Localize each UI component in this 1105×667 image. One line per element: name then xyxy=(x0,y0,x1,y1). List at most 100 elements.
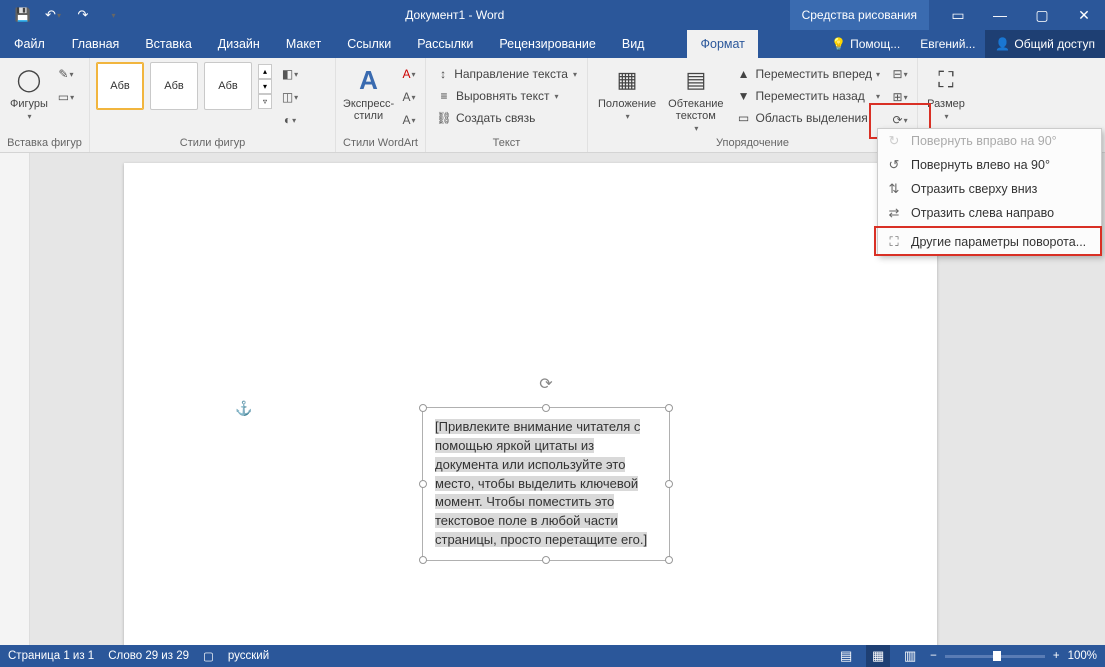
undo-button[interactable]: ↶▾ xyxy=(38,0,68,30)
shape-fill-button[interactable]: ◧▾ xyxy=(280,65,300,83)
rotate-button[interactable]: ⟳▾ xyxy=(890,111,910,129)
resize-handle[interactable] xyxy=(665,556,673,564)
gallery-scroll[interactable]: ▴▾▿ xyxy=(258,64,272,109)
resize-handle[interactable] xyxy=(419,404,427,412)
create-link-button[interactable]: ⛓Создать связь xyxy=(432,108,581,128)
position-icon: ▦ xyxy=(611,64,643,96)
shapes-icon: ◯ xyxy=(13,64,45,96)
shapes-button[interactable]: ◯ Фигуры ▾ xyxy=(6,62,52,123)
flip-horizontal-icon: ⇄ xyxy=(886,205,902,221)
tab-references[interactable]: Ссылки xyxy=(334,30,404,58)
resize-handle[interactable] xyxy=(665,404,673,412)
tab-home[interactable]: Главная xyxy=(59,30,133,58)
align-objects-button[interactable]: ⊟▾ xyxy=(890,65,910,83)
position-button[interactable]: ▦ Положение▾ xyxy=(594,62,660,123)
object-anchor-icon: ⚓ xyxy=(235,400,252,417)
draw-textbox-button[interactable]: ▭▾ xyxy=(56,88,76,106)
undo-icon: ↶ xyxy=(45,7,56,23)
more-options-icon: ⛶ xyxy=(886,234,902,250)
resize-handle[interactable] xyxy=(542,556,550,564)
redo-icon: ↷ xyxy=(78,7,89,23)
rotate-right-90[interactable]: ↻Повернуть вправо на 90° xyxy=(878,129,1101,153)
textbox-object[interactable]: ⟳ [Привлеките внимание читателя с помощь… xyxy=(422,407,670,561)
text-effects-button[interactable]: A▾ xyxy=(399,111,419,129)
tab-layout[interactable]: Макет xyxy=(273,30,334,58)
title-bar: 💾 ↶▾ ↷ ▾ Документ1 - Word Средства рисов… xyxy=(0,0,1105,30)
link-icon: ⛓ xyxy=(436,111,452,125)
word-count[interactable]: Слово 29 из 29 xyxy=(108,650,189,662)
rotate-handle-icon[interactable]: ⟳ xyxy=(539,374,552,394)
resize-handle[interactable] xyxy=(665,480,673,488)
ribbon-tabs: Файл Главная Вставка Дизайн Макет Ссылки… xyxy=(0,30,1105,58)
read-mode-button[interactable]: ▤ xyxy=(834,645,858,667)
user-account[interactable]: Евгений... xyxy=(910,30,985,58)
rotate-right-icon: ↻ xyxy=(886,133,902,149)
text-direction-button[interactable]: ↕Направление текста▾ xyxy=(432,64,581,84)
tab-mailings[interactable]: Рассылки xyxy=(404,30,486,58)
tab-format[interactable]: Формат xyxy=(687,30,757,58)
share-icon: 👤 xyxy=(995,37,1010,51)
send-backward-button[interactable]: ▼Переместить назад▾ xyxy=(732,86,885,106)
style-item[interactable]: Абв xyxy=(96,62,144,110)
flip-vertical[interactable]: ⇅Отразить сверху вниз xyxy=(878,177,1101,201)
shape-effects-button[interactable]: ◐▾ xyxy=(280,111,300,129)
selection-pane-button[interactable]: ▭Область выделения xyxy=(732,108,885,128)
rotate-left-90[interactable]: ↺Повернуть влево на 90° xyxy=(878,153,1101,177)
group-objects-button[interactable]: ⊞▾ xyxy=(890,88,910,106)
spell-status-icon[interactable]: ▢ xyxy=(203,649,214,663)
web-layout-button[interactable]: ▥ xyxy=(898,645,922,667)
minimize-button[interactable]: ― xyxy=(979,0,1021,30)
express-styles-button[interactable]: A Экспресс- стили xyxy=(342,62,395,124)
zoom-out-button[interactable]: − xyxy=(930,650,937,662)
text-outline-button[interactable]: A▾ xyxy=(399,88,419,106)
send-backward-icon: ▼ xyxy=(736,89,752,103)
group-shape-styles: Абв Абв Абв ▴▾▿ ◧▾ ◫▾ ◐▾ Стили фигур xyxy=(90,58,336,152)
save-button[interactable]: 💾 xyxy=(8,0,38,30)
style-item[interactable]: Абв xyxy=(204,62,252,110)
wrap-text-button[interactable]: ▤ Обтекание текстом▾ xyxy=(664,62,727,135)
zoom-in-button[interactable]: + xyxy=(1053,650,1060,662)
resize-handle[interactable] xyxy=(542,404,550,412)
shape-style-gallery[interactable]: Абв Абв Абв ▴▾▿ xyxy=(96,62,272,110)
tab-view[interactable]: Вид xyxy=(609,30,658,58)
page-status[interactable]: Страница 1 из 1 xyxy=(8,650,94,662)
edit-shape-button[interactable]: ✎▾ xyxy=(56,65,76,83)
zoom-thumb[interactable] xyxy=(993,651,1001,661)
textbox-content[interactable]: [Привлеките внимание читателя с помощью … xyxy=(435,419,647,547)
bring-forward-button[interactable]: ▲Переместить вперед▾ xyxy=(732,64,885,84)
flip-horizontal[interactable]: ⇄Отразить слева направо xyxy=(878,201,1101,225)
group-wordart-styles: A Экспресс- стили A▾ A▾ A▾ Стили WordArt xyxy=(336,58,426,152)
ribbon-options-button[interactable]: ▭ xyxy=(937,0,979,30)
tell-me-button[interactable]: 💡Помощ... xyxy=(821,30,910,58)
language-status[interactable]: русский xyxy=(228,650,269,662)
share-button[interactable]: 👤Общий доступ xyxy=(985,30,1105,58)
tab-insert[interactable]: Вставка xyxy=(132,30,204,58)
tab-design[interactable]: Дизайн xyxy=(205,30,273,58)
window-controls: ▭ ― ▢ ✕ xyxy=(937,0,1105,30)
shape-outline-button[interactable]: ◫▾ xyxy=(280,88,300,106)
redo-button[interactable]: ↷ xyxy=(68,0,98,30)
zoom-level[interactable]: 100% xyxy=(1068,650,1097,662)
align-text-button[interactable]: ≡Выровнять текст▾ xyxy=(432,86,581,106)
group-arrange: ▦ Положение▾ ▤ Обтекание текстом▾ ▲Перем… xyxy=(588,58,918,152)
tab-file[interactable]: Файл xyxy=(0,30,59,58)
style-item[interactable]: Абв xyxy=(150,62,198,110)
close-button[interactable]: ✕ xyxy=(1063,0,1105,30)
save-icon: 💾 xyxy=(15,7,31,23)
resize-handle[interactable] xyxy=(419,556,427,564)
flip-vertical-icon: ⇅ xyxy=(886,181,902,197)
print-layout-button[interactable]: ▦ xyxy=(866,645,890,667)
zoom-slider[interactable] xyxy=(945,655,1045,658)
group-insert-shapes: ◯ Фигуры ▾ ✎▾ ▭▾ Вставка фигур xyxy=(0,58,90,152)
rotate-menu: ↻Повернуть вправо на 90° ↺Повернуть влев… xyxy=(877,128,1102,255)
more-rotation-options[interactable]: ⛶Другие параметры поворота... xyxy=(878,230,1101,254)
text-direction-icon: ↕ xyxy=(436,67,450,81)
wordart-icon: A xyxy=(353,64,385,96)
text-fill-button[interactable]: A▾ xyxy=(399,65,419,83)
maximize-button[interactable]: ▢ xyxy=(1021,0,1063,30)
wrap-icon: ▤ xyxy=(680,64,712,96)
tab-review[interactable]: Рецензирование xyxy=(486,30,609,58)
size-button[interactable]: ⛶ Размер▾ xyxy=(924,62,968,123)
qat-customize[interactable]: ▾ xyxy=(98,0,128,30)
resize-handle[interactable] xyxy=(419,480,427,488)
